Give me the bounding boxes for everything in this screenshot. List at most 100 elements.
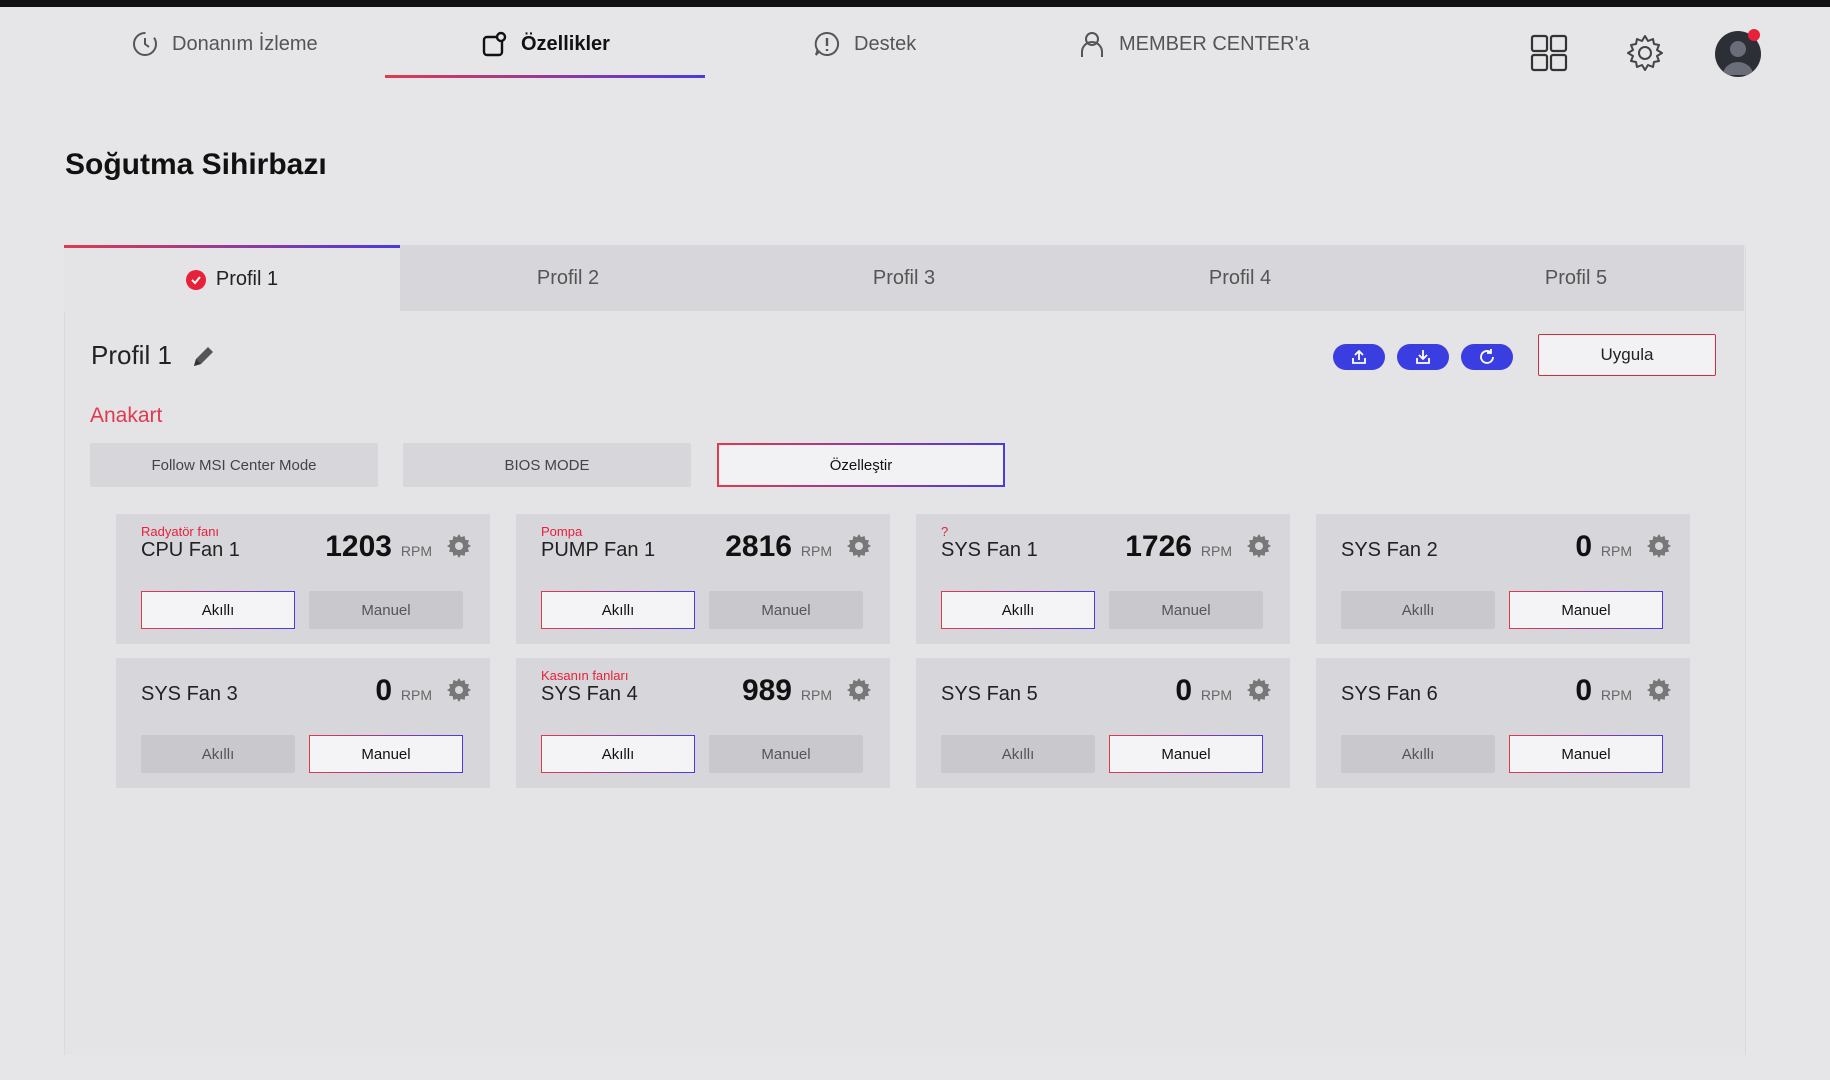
manual-mode-button[interactable]: Manuel [1509,591,1663,629]
smart-mode-button[interactable]: Akıllı [541,735,695,773]
member-icon [1081,32,1103,57]
fan-rpm-unit: RPM [1600,687,1632,703]
fan-name: SYS Fan 4 [541,683,638,705]
features-icon [482,31,507,57]
tab-profile-5[interactable]: Profil 5 [1408,245,1744,311]
fan-tag: Kasanın fanları [541,668,629,683]
customize-mode-button[interactable]: Özelleştir [717,443,1005,487]
fan-settings-gear-icon[interactable] [1246,533,1272,564]
nav-member-center[interactable]: MEMBER CENTER'a [1077,26,1310,62]
nav-support[interactable]: Destek [812,26,916,62]
export-button[interactable] [1333,344,1385,370]
fan-settings-gear-icon[interactable] [846,677,872,708]
fan-card: SYS Fan 2 0 RPM Akıllı Manuel [1316,514,1690,644]
fan-rpm-unit: RPM [400,687,432,703]
fan-name: PUMP Fan 1 [541,539,656,561]
fan-settings-gear-icon[interactable] [846,533,872,564]
tab-label: Profil 5 [1544,266,1608,289]
fan-card: Kasanın fanları SYS Fan 4 989 RPM Akıllı Manu… [516,658,890,788]
upload-icon [1352,349,1366,364]
fan-card: SYS Fan 3 0 RPM Akıllı Manuel [116,658,490,788]
tab-label: Profil 2 [536,266,600,289]
fan-rpm-value: 989 [741,674,792,707]
fan-rpm-value: 0 [375,674,392,707]
manual-mode-button[interactable]: Manuel [309,735,463,773]
fan-tag: Radyatör fanı [141,524,220,539]
reset-button[interactable] [1461,344,1513,370]
smart-mode-button[interactable]: Akıllı [941,591,1095,629]
tab-profile-1[interactable]: Profil 1 [64,245,400,311]
manual-mode-button[interactable]: Manuel [1509,735,1663,773]
manual-mode-button[interactable]: Manuel [709,591,863,629]
clock-icon [133,32,157,56]
profile-tabs: Profil 1 Profil 2 Profil 3 Profil 4 Prof… [64,245,1744,311]
section-label-motherboard: Anakart [90,404,163,427]
fan-rpm-unit: RPM [1200,543,1232,559]
fan-rpm-unit: RPM [400,543,432,559]
download-icon [1416,350,1430,364]
page-title: Soğutma Sihirbazı [65,148,327,181]
smart-mode-button[interactable]: Akıllı [141,735,295,773]
nav-label: MEMBER CENTER'a [1119,32,1310,55]
fan-settings-gear-icon[interactable] [446,533,472,564]
notification-dot [1748,29,1760,41]
manual-mode-button[interactable]: Manuel [1109,591,1263,629]
fan-name: SYS Fan 6 [1341,683,1438,705]
tab-profile-4[interactable]: Profil 4 [1072,245,1408,311]
tab-profile-3[interactable]: Profil 3 [736,245,1072,311]
smart-mode-button[interactable]: Akıllı [141,591,295,629]
manual-mode-button[interactable]: Manuel [709,735,863,773]
fan-card: SYS Fan 6 0 RPM Akıllı Manuel [1316,658,1690,788]
fan-name: CPU Fan 1 [141,539,240,561]
tab-profile-2[interactable]: Profil 2 [400,245,736,311]
fan-rpm-value: 2816 [725,530,792,563]
check-icon [185,269,206,290]
refresh-icon [1480,349,1494,364]
pencil-icon[interactable] [190,342,218,375]
fan-settings-gear-icon[interactable] [1646,677,1672,708]
fan-rpm-value: 0 [1575,674,1592,707]
tab-label: Profil 1 [215,268,279,290]
fan-rpm-unit: RPM [1600,543,1632,559]
follow-msi-center-mode-button[interactable]: Follow MSI Center Mode [90,443,378,487]
fan-name: SYS Fan 2 [1341,539,1438,561]
fan-rpm-unit: RPM [800,543,832,559]
fan-name: SYS Fan 1 [941,539,1038,561]
fan-settings-gear-icon[interactable] [1646,533,1672,564]
fan-rpm-unit: RPM [1200,687,1232,703]
manual-mode-button[interactable]: Manuel [309,591,463,629]
tab-label: Profil 3 [872,266,936,289]
support-icon [814,31,840,56]
bios-mode-button[interactable]: BIOS MODE [403,443,691,487]
nav-label: Donanım İzleme [172,32,318,55]
import-button[interactable] [1397,344,1449,370]
fan-rpm-value: 1203 [325,530,392,563]
fan-rpm-value: 0 [1575,530,1592,563]
smart-mode-button[interactable]: Akıllı [541,591,695,629]
nav-label: Destek [854,32,917,55]
nav-features[interactable]: Özellikler [479,26,610,62]
fan-settings-gear-icon[interactable] [446,677,472,708]
nav-hardware-monitor[interactable]: Donanım İzleme [130,26,318,62]
fan-card: SYS Fan 5 0 RPM Akıllı Manuel [916,658,1290,788]
fan-tag: Pompa [541,524,583,539]
settings-gear-icon[interactable] [1624,32,1666,74]
nav-active-indicator [385,75,705,78]
fan-card: ? SYS Fan 1 1726 RPM Akıllı Manuel [916,514,1290,644]
smart-mode-button[interactable]: Akıllı [941,735,1095,773]
smart-mode-button[interactable]: Akıllı [1341,591,1495,629]
fan-rpm-value: 1726 [1125,530,1192,563]
fan-card: Radyatör fanı CPU Fan 1 1203 RPM Akıllı Manue… [116,514,490,644]
manual-mode-button[interactable]: Manuel [1109,735,1263,773]
fan-name: SYS Fan 3 [141,683,238,705]
nav-label: Özellikler [521,32,610,55]
tab-label: Profil 4 [1208,266,1272,289]
window-titlebar [0,0,1830,7]
smart-mode-button[interactable]: Akıllı [1341,735,1495,773]
fan-rpm-value: 0 [1175,674,1192,707]
fan-settings-gear-icon[interactable] [1246,677,1272,708]
profile-name: Profil 1 [91,340,172,370]
fan-rpm-unit: RPM [800,687,832,703]
apps-grid-icon[interactable] [1528,32,1570,74]
apply-button[interactable]: Uygula [1538,334,1716,376]
